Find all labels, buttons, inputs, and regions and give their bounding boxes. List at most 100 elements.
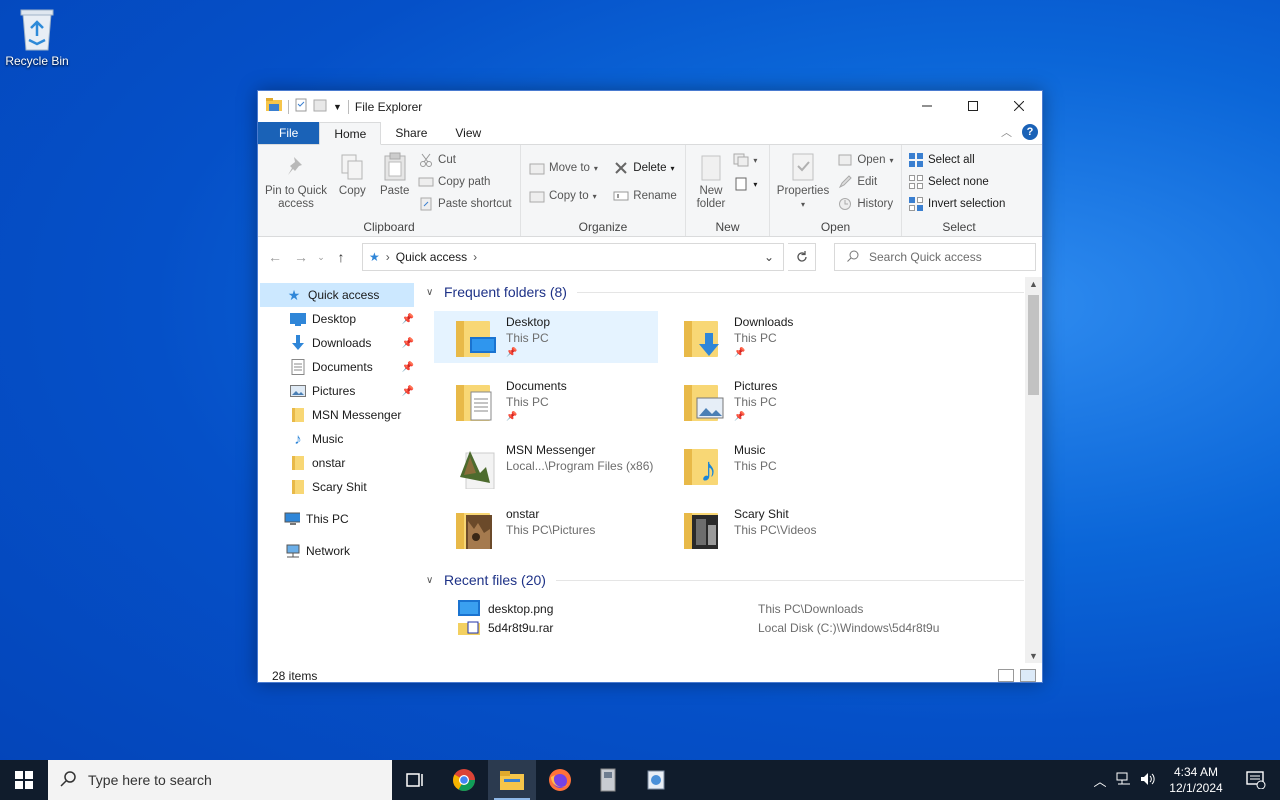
large-icons-view-icon[interactable]	[1020, 669, 1036, 682]
folder-tile-msn-messenger[interactable]: MSN Messenger Local...\Program Files (x8…	[434, 439, 658, 491]
collapse-chevron-icon[interactable]: ∨	[426, 575, 440, 586]
recent-locations-button[interactable]: ⌄	[316, 252, 326, 263]
start-button[interactable]	[0, 760, 48, 800]
delete-button[interactable]: Delete ▾	[613, 159, 676, 177]
tab-share[interactable]: Share	[381, 122, 441, 144]
invert-selection-button[interactable]: Invert selection	[908, 195, 1005, 213]
folder-tile-onstar[interactable]: onstar This PC\Pictures	[434, 503, 658, 555]
address-dropdown-icon[interactable]: ⌄	[755, 244, 783, 270]
select-none-button[interactable]: Select none	[908, 173, 1005, 191]
scrollbar-thumb[interactable]	[1028, 295, 1039, 395]
move-to-button[interactable]: Move to ▾	[529, 159, 598, 177]
breadcrumb-chevron-icon[interactable]: ›	[386, 250, 390, 264]
nav-desktop[interactable]: Desktop 📌	[258, 307, 420, 331]
pictures-folder-icon	[682, 379, 726, 425]
close-button[interactable]	[996, 91, 1042, 121]
up-button[interactable]: ↑	[330, 249, 352, 265]
open-button[interactable]: Open ▾	[837, 151, 894, 169]
taskbar-search-placeholder: Type here to search	[88, 772, 212, 788]
nav-onstar[interactable]: onstar	[258, 451, 420, 475]
recent-file-row[interactable]: 5d4r8t9u.rar Local Disk (C:)\Windows\5d4…	[458, 621, 1042, 635]
file-explorer-taskbar-button[interactable]	[488, 760, 536, 800]
copy-to-button[interactable]: Copy to ▾	[529, 187, 598, 205]
folder-tile-documents[interactable]: Documents This PC 📌	[434, 375, 658, 427]
collapse-ribbon-icon[interactable]: ︿	[1001, 124, 1012, 140]
folder-tile-downloads[interactable]: Downloads This PC 📌	[662, 311, 886, 363]
address-bar[interactable]: ★ › Quick access › ⌄	[362, 243, 784, 271]
nav-scary-shit[interactable]: Scary Shit	[258, 475, 420, 499]
nav-downloads[interactable]: Downloads 📌	[258, 331, 420, 355]
network-status-icon[interactable]	[1112, 772, 1136, 789]
clock[interactable]: 4:34 AM 12/1/2024	[1160, 764, 1232, 796]
rename-button[interactable]: Rename	[613, 187, 677, 205]
task-view-icon	[406, 773, 423, 787]
collapse-chevron-icon[interactable]: ∨	[426, 287, 440, 298]
scroll-down-icon[interactable]: ▼	[1025, 651, 1042, 661]
back-button[interactable]: ←	[264, 249, 286, 265]
taskbar-search-box[interactable]: Type here to search	[48, 760, 392, 800]
organize-group: Move to ▾ Copy to ▾ Delete ▾ Rename Organiz…	[521, 145, 686, 236]
tab-home[interactable]: Home	[319, 122, 382, 145]
properties-qat-icon[interactable]	[295, 98, 307, 115]
forward-button[interactable]: →	[290, 249, 312, 265]
nav-music[interactable]: ♪ Music	[258, 427, 420, 451]
chrome-taskbar-button[interactable]	[440, 760, 488, 800]
properties-button[interactable]: Properties ▾	[776, 149, 830, 211]
clock-date: 12/1/2024	[1169, 781, 1223, 795]
scroll-up-icon[interactable]: ▲	[1025, 279, 1042, 289]
refresh-button[interactable]	[788, 243, 816, 271]
network-app-taskbar-button[interactable]	[632, 760, 680, 800]
task-view-button[interactable]	[392, 760, 440, 800]
copy-button[interactable]: Copy	[333, 149, 371, 198]
select-all-button[interactable]: Select all	[908, 151, 1005, 169]
nav-this-pc[interactable]: This PC	[258, 507, 420, 531]
frequent-folders-header[interactable]: ∨ Frequent folders (8)	[426, 281, 1042, 303]
title-bar[interactable]: ▼ File Explorer	[258, 91, 1042, 122]
show-hidden-icons-chevron-icon[interactable]: ︿	[1088, 771, 1112, 790]
firefox-taskbar-button[interactable]	[536, 760, 584, 800]
recycle-bin-desktop-icon[interactable]: Recycle Bin	[4, 6, 70, 68]
nav-quick-access[interactable]: ★ Quick access	[260, 283, 414, 307]
recent-files-header[interactable]: ∨ Recent files (20)	[426, 569, 1042, 591]
paste-button[interactable]: Paste	[375, 149, 415, 198]
taskbar: Type here to search ︿ 4:34 AM 12/1/2024	[0, 760, 1280, 800]
folder-tile-scary-shit[interactable]: Scary Shit This PC\Videos	[662, 503, 886, 555]
new-folder-button[interactable]: New folder	[694, 149, 728, 211]
open-small-buttons: Open ▾ Edit History	[837, 149, 894, 213]
history-button[interactable]: History	[837, 195, 893, 213]
folder-tile-pictures[interactable]: Pictures This PC 📌	[662, 375, 886, 427]
new-item-button[interactable]: ▾	[733, 151, 757, 169]
tab-view[interactable]: View	[441, 122, 495, 144]
address-toolbar: ← → ⌄ ↑ ★ › Quick access › ⌄ Search Quic…	[258, 237, 1042, 277]
qat-dropdown-icon[interactable]: ▼	[333, 102, 342, 112]
maximize-button[interactable]	[950, 91, 996, 121]
folder-tile-desktop[interactable]: Desktop This PC 📌	[434, 311, 658, 363]
cut-button[interactable]: Cut	[418, 151, 512, 169]
nav-documents[interactable]: Documents 📌	[258, 355, 420, 379]
details-view-icon[interactable]	[998, 669, 1014, 682]
nav-pictures[interactable]: Pictures 📌	[258, 379, 420, 403]
app-taskbar-button[interactable]	[584, 760, 632, 800]
qat-separator	[288, 99, 289, 114]
search-box[interactable]: Search Quick access	[834, 243, 1036, 271]
easy-access-button[interactable]: ▾	[733, 175, 757, 193]
folder-tile-music[interactable]: ♪ Music This PC	[662, 439, 886, 491]
breadcrumb-chevron-icon[interactable]: ›	[473, 250, 477, 264]
recent-file-row[interactable]: desktop.png This PC\Downloads	[458, 597, 1042, 621]
new-folder-qat-icon[interactable]	[313, 98, 327, 115]
tab-file[interactable]: File	[258, 122, 320, 144]
action-center-button[interactable]	[1232, 760, 1280, 800]
pin-icon: 📌	[401, 385, 414, 397]
volume-icon[interactable]	[1136, 772, 1160, 789]
copy-path-button[interactable]: Copy path	[418, 173, 512, 191]
music-folder-icon: ♪	[682, 443, 726, 489]
nav-msn-messenger[interactable]: MSN Messenger	[258, 403, 420, 427]
edit-button[interactable]: Edit	[837, 173, 893, 191]
paste-shortcut-button[interactable]: Paste shortcut	[418, 195, 512, 213]
nav-network[interactable]: Network	[258, 539, 420, 563]
vertical-scrollbar[interactable]: ▲ ▼	[1025, 277, 1042, 663]
minimize-button[interactable]	[904, 91, 950, 121]
breadcrumb-quick-access[interactable]: Quick access	[396, 250, 467, 264]
help-icon[interactable]: ?	[1022, 124, 1038, 140]
pin-to-quick-access-button[interactable]: Pin to Quick access	[262, 149, 330, 211]
